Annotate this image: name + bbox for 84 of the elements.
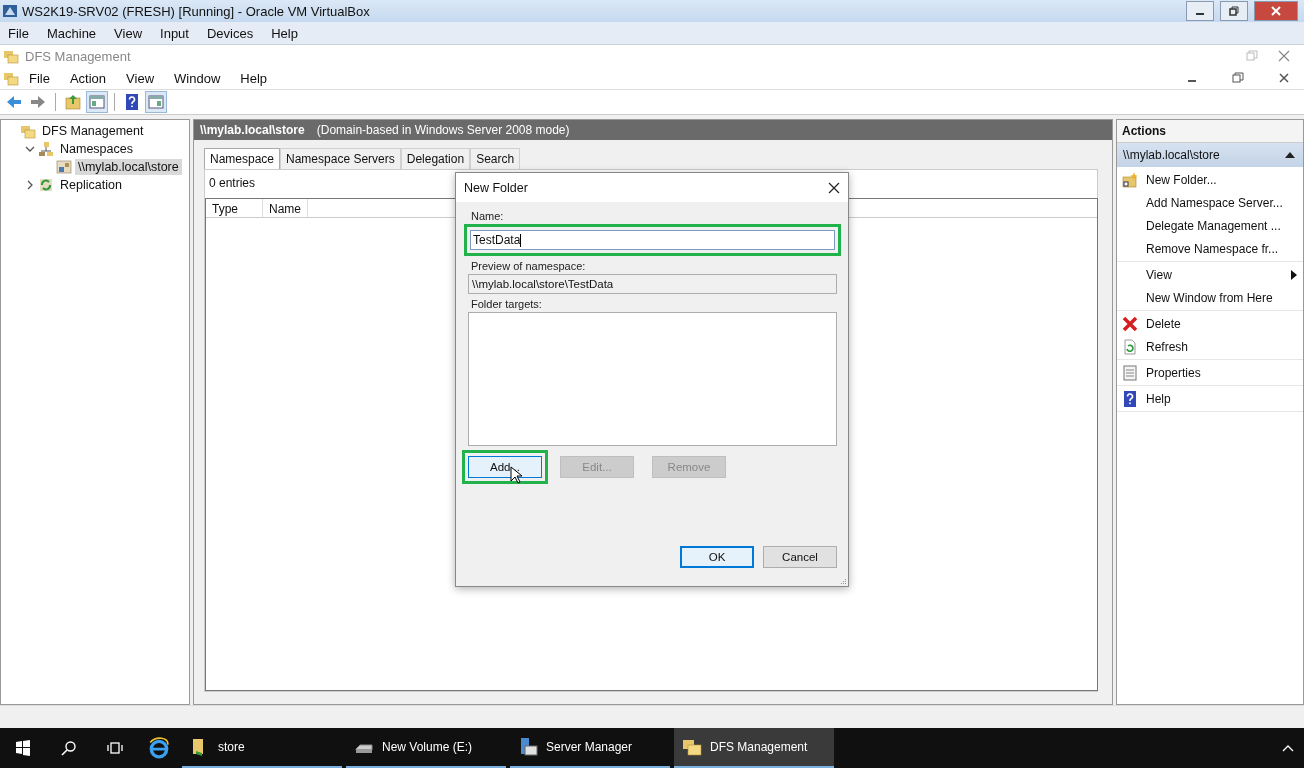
folders-icon	[20, 123, 36, 139]
pane-command[interactable]: New Window from Here	[1146, 290, 1273, 305]
pane-command[interactable]: Add Namespace Server...	[1146, 195, 1283, 210]
close-icon[interactable]	[1278, 72, 1290, 84]
menu-item[interactable]: View	[126, 70, 155, 86]
preview-field: \\mylab.local\store\TestData	[468, 274, 837, 294]
folders-icon	[3, 70, 19, 86]
help-icon	[1122, 390, 1138, 407]
restore-icon[interactable]	[1232, 72, 1244, 84]
tree-item[interactable]: Namespaces	[57, 141, 136, 157]
pane-command[interactable]: View	[1146, 267, 1172, 282]
pane-command[interactable]: Refresh	[1146, 339, 1189, 354]
namespace-description: (Domain-based in Windows Server 2008 mode)	[316, 123, 570, 137]
dialog-button[interactable]: Cancel	[763, 546, 837, 568]
minimize-button[interactable]	[1186, 1, 1214, 21]
menu-item[interactable]: Help	[271, 25, 298, 41]
pane-command[interactable]: Properties	[1146, 365, 1201, 380]
tab[interactable]: Namespace	[204, 148, 281, 169]
actions-title: Actions	[1117, 120, 1303, 143]
actions-section-header[interactable]: \\mylab.local\store	[1117, 143, 1303, 167]
menu-item[interactable]: Action	[69, 70, 107, 86]
pane-command[interactable]: Delete	[1146, 316, 1181, 331]
preview-label: Preview of namespace:	[471, 260, 587, 272]
taskbar-button[interactable]: DFS Management	[674, 728, 834, 768]
server-icon	[518, 737, 538, 757]
name-field[interactable]: TestData	[470, 230, 835, 250]
folder-up-icon[interactable]	[63, 92, 83, 112]
taskbar-button[interactable]: Server Manager	[510, 728, 670, 768]
menu-item[interactable]: Input	[160, 25, 189, 41]
pane-command[interactable]: Help	[1146, 391, 1171, 406]
window-title: WS2K19-SRV02 (FRESH) [Running] - Oracle VM VirtualBox	[22, 3, 370, 19]
name-label: Name:	[471, 210, 505, 222]
tree-item[interactable]: \\mylab.local\store	[75, 159, 182, 175]
taskbar-button[interactable]: store	[182, 728, 342, 768]
resize-grip-icon[interactable]	[839, 577, 847, 585]
restore-icon	[1229, 6, 1239, 16]
column-header[interactable]: Type	[206, 199, 263, 217]
close-button[interactable]	[1254, 1, 1298, 21]
close-icon	[1271, 6, 1281, 16]
tab[interactable]: Delegation	[400, 148, 471, 169]
dialog-title: New Folder	[464, 180, 528, 195]
menu-item[interactable]: File	[8, 25, 29, 41]
submenu-arrow-icon	[1291, 269, 1297, 280]
tree-item[interactable]: DFS Management	[39, 123, 147, 139]
properties-icon	[1122, 364, 1138, 381]
server-tree-icon	[38, 141, 54, 157]
pane-command[interactable]: Remove Namespace fr...	[1146, 241, 1279, 256]
new-folder-icon	[1122, 171, 1138, 188]
tree-item[interactable]: Replication	[57, 177, 125, 193]
refresh-icon	[1122, 338, 1138, 355]
tab[interactable]: Namespace Servers	[280, 148, 401, 169]
section-title: \\mylab.local\store	[1123, 148, 1220, 162]
close-icon[interactable]	[828, 181, 840, 194]
namespace-path: \\mylab.local\store	[200, 123, 305, 137]
folder-targets-label: Folder targets:	[471, 298, 543, 310]
dialog-button[interactable]: Add...	[468, 456, 542, 478]
entry-count: 0 entries	[208, 176, 256, 190]
folders-icon	[3, 48, 19, 64]
pane-command[interactable]: Delegate Management ...	[1146, 218, 1281, 233]
collapse-chevron-icon[interactable]	[25, 144, 35, 154]
tab[interactable]: Search	[470, 148, 521, 169]
panel-icon[interactable]	[87, 92, 107, 112]
menu-item[interactable]: Help	[240, 70, 268, 86]
menu-item[interactable]: File	[29, 70, 50, 86]
menu-item[interactable]: Window	[174, 70, 221, 86]
chevron-up-icon[interactable]	[1282, 744, 1294, 752]
server-tree-icon	[56, 159, 72, 175]
folders-icon	[682, 737, 702, 757]
sync-icon	[38, 177, 54, 193]
virtualbox-icon	[2, 3, 18, 19]
dialog-button[interactable]: OK	[680, 546, 754, 568]
delete-icon	[1122, 315, 1138, 332]
pane-command[interactable]: New Folder...	[1146, 172, 1217, 187]
restore-button[interactable]	[1220, 1, 1248, 21]
field-value: TestData	[473, 233, 521, 247]
window-title: DFS Management	[25, 48, 131, 64]
minimize-icon	[1196, 13, 1204, 15]
expand-chevron-icon[interactable]	[25, 180, 35, 190]
menu-item[interactable]: Machine	[46, 25, 97, 41]
column-header[interactable]: Name	[263, 199, 308, 217]
taskbar-button[interactable]: New Volume (E:)	[346, 728, 506, 768]
menu-item[interactable]: Devices	[206, 25, 254, 41]
menu-item[interactable]: View	[114, 25, 143, 41]
collapse-triangle-icon[interactable]	[1285, 152, 1295, 158]
